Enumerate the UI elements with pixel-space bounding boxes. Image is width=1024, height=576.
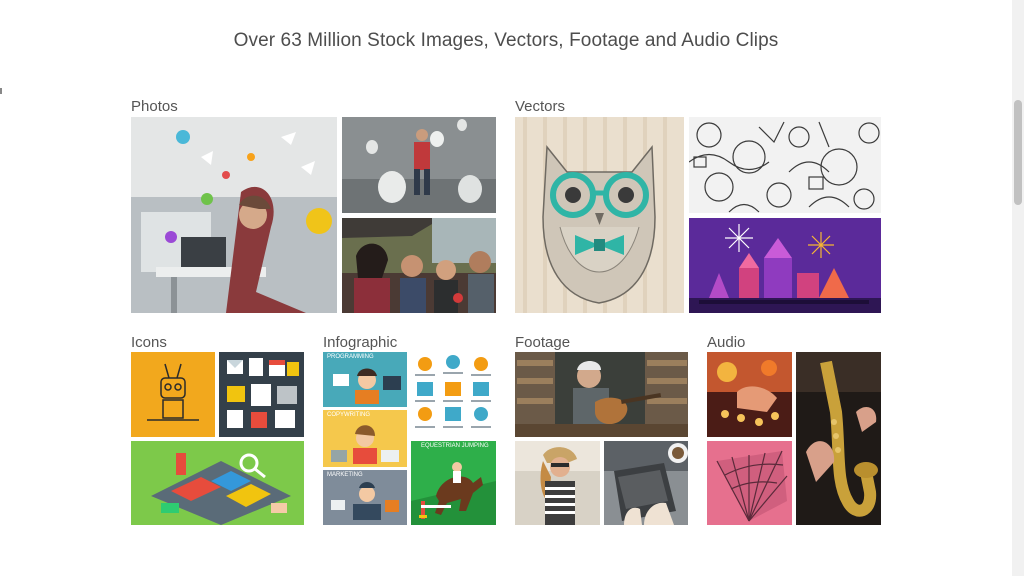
icon-isometric-city[interactable] (131, 441, 304, 525)
edge-mark (0, 88, 2, 94)
category-label-icons[interactable]: Icons (131, 334, 167, 351)
icon-office-set[interactable] (219, 352, 304, 437)
category-label-infographic[interactable]: Infographic (323, 334, 397, 351)
category-label-audio[interactable]: Audio (707, 334, 745, 351)
photo-group-of-friends[interactable] (342, 218, 496, 313)
infographic-copywriting[interactable]: COPYWRITING (323, 410, 407, 467)
vector-owl-with-glasses[interactable] (515, 117, 684, 313)
footage-laptop-typing[interactable] (604, 441, 688, 525)
vertical-scrollbar[interactable] (1012, 0, 1024, 576)
icon-robot-orange[interactable] (131, 352, 215, 437)
category-label-vectors[interactable]: Vectors (515, 98, 565, 115)
vector-doodle-pattern[interactable] (689, 117, 881, 213)
vector-purple-castle-fireworks[interactable] (689, 218, 881, 313)
photo-woman-laptop-balloons[interactable] (131, 117, 337, 313)
audio-hand-fan[interactable] (707, 441, 792, 525)
audio-dj-mixer[interactable] (707, 352, 792, 437)
infographic-marketing[interactable]: MARKETING (323, 470, 407, 525)
infographic-programming[interactable]: PROGRAMMING (323, 352, 407, 407)
photo-man-lightbulbs[interactable] (342, 117, 496, 213)
page-headline: Over 63 Million Stock Images, Vectors, F… (233, 30, 779, 51)
scrollbar-thumb[interactable] (1014, 100, 1022, 205)
infographic-equestrian-jumping[interactable]: EQUESTRIAN JUMPING (411, 441, 496, 525)
category-label-footage[interactable]: Footage (515, 334, 570, 351)
infographic-icon-grid[interactable] (411, 352, 496, 437)
audio-saxophone[interactable] (796, 352, 881, 525)
footage-old-man-guitar[interactable] (515, 352, 688, 437)
footage-woman-sunglasses[interactable] (515, 441, 600, 525)
category-label-photos[interactable]: Photos (131, 98, 178, 115)
